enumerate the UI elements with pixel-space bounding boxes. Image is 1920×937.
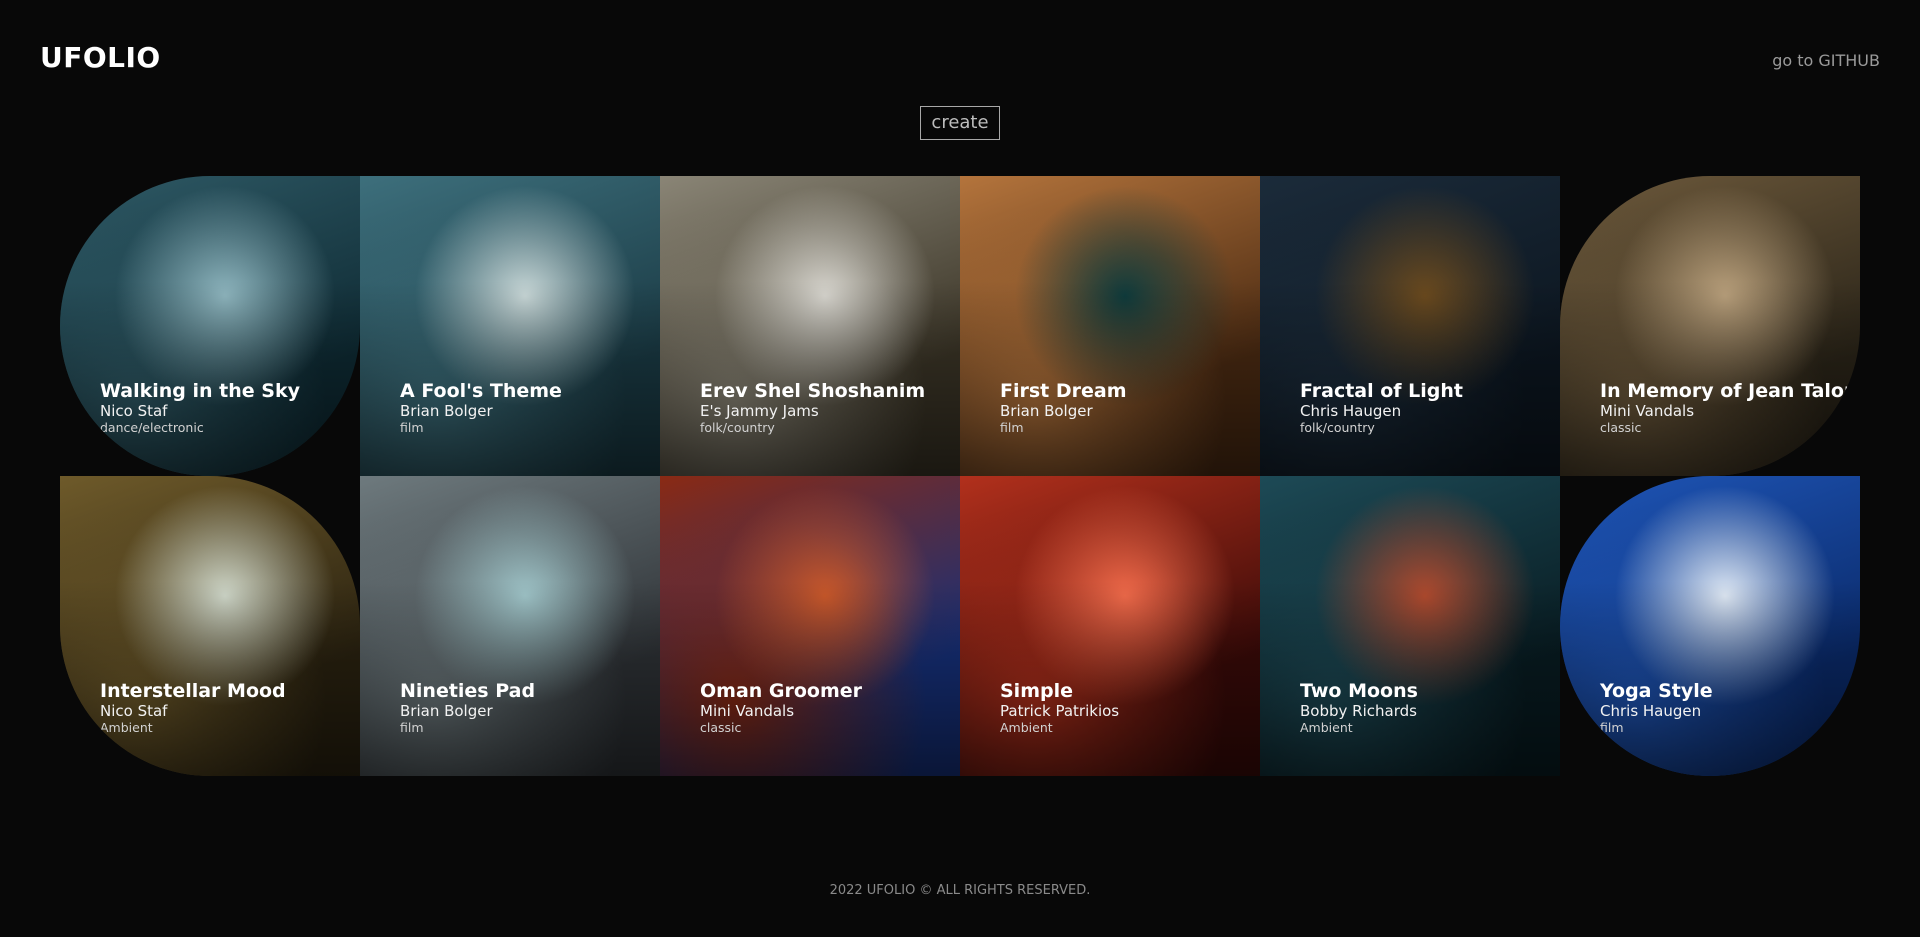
track-title: Two Moons [1300, 680, 1418, 702]
card-info: In Memory of Jean Talon Mini Vandals cla… [1600, 380, 1858, 436]
card-info: Simple Patrick Patrikios Ambient [1000, 680, 1250, 736]
track-title: Interstellar Mood [100, 680, 286, 702]
site-logo[interactable]: UFOLIO [40, 44, 161, 72]
card-info: Yoga Style Chris Haugen film [1600, 680, 1850, 736]
track-card[interactable]: Two Moons Bobby Richards Ambient [1260, 476, 1560, 776]
track-title: Fractal of Light [1300, 380, 1464, 402]
card-info: Oman Groomer Mini Vandals classic [700, 680, 950, 736]
track-title: First Dream [1000, 380, 1127, 402]
track-card[interactable]: Oman Groomer Mini Vandals classic [660, 476, 960, 776]
track-card[interactable]: Nineties Pad Brian Bolger film [360, 476, 660, 776]
track-title: Oman Groomer [700, 680, 863, 702]
track-genre: classic [700, 720, 742, 735]
track-artist: Mini Vandals [700, 702, 795, 720]
track-title: Erev Shel Shoshanim [700, 380, 926, 402]
track-genre: folk/country [1300, 420, 1375, 435]
track-grid: Walking in the Sky Nico Staf dance/elect… [60, 176, 1860, 776]
card-info: Erev Shel Shoshanim E's Jammy Jams folk/… [700, 380, 950, 436]
track-artist: Nico Staf [100, 702, 168, 720]
track-artist: Brian Bolger [1000, 402, 1093, 420]
track-title: In Memory of Jean Talon [1600, 380, 1858, 402]
track-artist: Mini Vandals [1600, 402, 1695, 420]
track-card[interactable]: Fractal of Light Chris Haugen folk/count… [1260, 176, 1560, 476]
track-genre: dance/electronic [100, 420, 204, 435]
track-artist: Patrick Patrikios [1000, 702, 1120, 720]
card-info: Interstellar Mood Nico Staf Ambient [100, 680, 350, 736]
create-button[interactable]: create [920, 106, 1000, 140]
track-genre: film [1000, 420, 1024, 435]
track-card[interactable]: First Dream Brian Bolger film [960, 176, 1260, 476]
track-genre: Ambient [100, 720, 153, 735]
card-info: First Dream Brian Bolger film [1000, 380, 1250, 436]
card-info: A Fool's Theme Brian Bolger film [400, 380, 650, 436]
track-card[interactable]: Simple Patrick Patrikios Ambient [960, 476, 1260, 776]
track-artist: Brian Bolger [400, 702, 493, 720]
track-genre: classic [1600, 420, 1642, 435]
site-header: UFOLIO go to GITHUB [0, 0, 1920, 110]
card-info: Two Moons Bobby Richards Ambient [1300, 680, 1550, 736]
track-artist: Brian Bolger [400, 402, 493, 420]
track-genre: film [1600, 720, 1624, 735]
track-card[interactable]: Interstellar Mood Nico Staf Ambient [60, 476, 360, 776]
track-artist: E's Jammy Jams [700, 402, 819, 420]
track-title: A Fool's Theme [400, 380, 562, 402]
track-card[interactable]: In Memory of Jean Talon Mini Vandals cla… [1560, 176, 1860, 476]
track-card[interactable]: Yoga Style Chris Haugen film [1560, 476, 1860, 776]
track-title: Simple [1000, 680, 1073, 702]
card-info: Fractal of Light Chris Haugen folk/count… [1300, 380, 1550, 436]
track-genre: film [400, 720, 424, 735]
track-artist: Chris Haugen [1600, 702, 1702, 720]
track-genre: folk/country [700, 420, 775, 435]
track-artist: Bobby Richards [1300, 702, 1417, 720]
card-info: Nineties Pad Brian Bolger film [400, 680, 650, 736]
github-link[interactable]: go to GITHUB [1772, 53, 1880, 69]
track-title: Yoga Style [1600, 680, 1713, 702]
footer-copyright: 2022 UFOLIO © ALL RIGHTS RESERVED. [829, 883, 1091, 898]
card-info: Walking in the Sky Nico Staf dance/elect… [100, 380, 350, 436]
track-genre: film [400, 420, 424, 435]
track-card[interactable]: A Fool's Theme Brian Bolger film [360, 176, 660, 476]
track-title: Nineties Pad [400, 680, 536, 702]
track-artist: Nico Staf [100, 402, 168, 420]
track-genre: Ambient [1300, 720, 1353, 735]
track-card[interactable]: Walking in the Sky Nico Staf dance/elect… [60, 176, 360, 476]
track-title: Walking in the Sky [100, 380, 300, 402]
track-artist: Chris Haugen [1300, 402, 1402, 420]
track-card[interactable]: Erev Shel Shoshanim E's Jammy Jams folk/… [660, 176, 960, 476]
track-genre: Ambient [1000, 720, 1053, 735]
